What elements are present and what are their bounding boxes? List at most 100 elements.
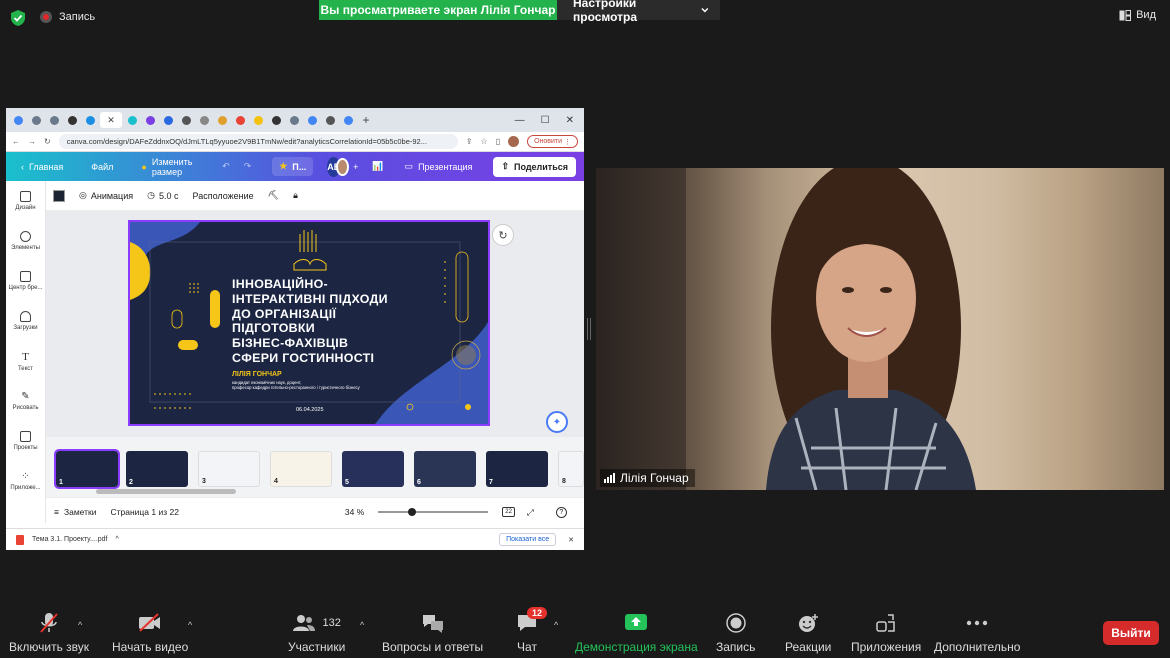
share-page-icon[interactable]: ⇪ — [466, 137, 473, 146]
canva-resize-button[interactable]: ● Изменить размер — [134, 157, 201, 177]
browser-tab[interactable] — [268, 112, 284, 128]
unmute-button[interactable]: Включить звук — [9, 612, 89, 654]
participants-button[interactable]: 132 Участники — [288, 612, 345, 654]
video-options-caret-icon[interactable]: ^ — [188, 620, 192, 630]
redo-icon[interactable]: ↷ — [237, 157, 259, 176]
sidebar-icon[interactable]: ▯ — [496, 137, 500, 146]
minimize-icon[interactable]: — — [515, 115, 525, 126]
rail-uploads[interactable]: Загрузки — [6, 301, 45, 341]
split-view-handle[interactable] — [587, 318, 591, 340]
browser-tab[interactable] — [322, 112, 338, 128]
lock-icon[interactable]: 🔒︎ — [293, 190, 298, 201]
browser-tab[interactable] — [214, 112, 230, 128]
security-shield-icon[interactable] — [10, 9, 26, 27]
add-collaborator-icon[interactable]: + — [353, 162, 358, 172]
record-button[interactable]: Запись — [716, 612, 755, 654]
slide-thumbnail[interactable]: 6 — [414, 451, 476, 487]
browser-tab[interactable] — [250, 112, 266, 128]
rail-text[interactable]: T Текст — [6, 341, 45, 381]
thumbnails-scrollbar[interactable] — [96, 489, 236, 494]
browser-tab[interactable] — [142, 112, 158, 128]
project-title[interactable]: ★ П... — [272, 157, 314, 176]
canva-share-button[interactable]: ⇧ Поделиться — [493, 156, 576, 177]
user-photo-avatar[interactable] — [336, 157, 350, 176]
browser-tab[interactable] — [196, 112, 212, 128]
canva-home-button[interactable]: ‹ Главная — [14, 157, 70, 176]
chat-caret-icon[interactable]: ^ — [554, 620, 558, 630]
browser-tab[interactable] — [286, 112, 302, 128]
close-downloads-icon[interactable]: ✕ — [568, 536, 574, 544]
more-button[interactable]: Дополнительно — [934, 612, 1020, 654]
browser-tab[interactable] — [340, 112, 356, 128]
slide-author[interactable]: ЛІЛІЯ ГОНЧАР — [232, 371, 282, 378]
paint-roller-icon[interactable]: ⛏ — [268, 190, 279, 201]
participants-caret-icon[interactable]: ^ — [360, 620, 364, 630]
profile-avatar[interactable] — [508, 136, 520, 147]
close-icon[interactable]: ✕ — [566, 115, 574, 126]
browser-tab-active[interactable]: ✕ — [100, 112, 122, 128]
slide-thumbnail[interactable]: 7 — [486, 451, 548, 487]
slide-thumbnail[interactable]: 2 — [126, 451, 188, 487]
slide-thumbnail[interactable]: 8 — [558, 451, 584, 487]
position-button[interactable]: Расположение — [192, 191, 253, 201]
browser-tab[interactable] — [124, 112, 140, 128]
bookmark-star-icon[interactable]: ☆ — [481, 137, 488, 146]
browser-tab[interactable] — [178, 112, 194, 128]
slide-title[interactable]: ІННОВАЦІЙНО- ІНТЕРАКТИВНІ ПІДХОДИ ДО ОРГ… — [232, 277, 432, 366]
slide-thumbnail[interactable]: 3 — [198, 451, 260, 487]
browser-tab[interactable] — [304, 112, 320, 128]
analytics-icon[interactable]: 📊 — [372, 161, 383, 172]
help-icon[interactable]: ? — [555, 506, 567, 518]
slide-date[interactable]: 06.04.2025 — [296, 407, 324, 413]
slide-author-position[interactable]: кандидат економічних наук, доцент, профе… — [232, 380, 407, 390]
browser-tab[interactable] — [160, 112, 176, 128]
chat-button[interactable]: 12 Чат — [516, 607, 548, 654]
browser-tab[interactable] — [232, 112, 248, 128]
notes-button[interactable]: ≡ Заметки — [54, 507, 96, 517]
leave-meeting-button[interactable]: Выйти — [1103, 621, 1159, 645]
slide-thumbnail[interactable]: 5 — [342, 451, 404, 487]
canva-file-menu[interactable]: Файл — [84, 157, 120, 176]
browser-tab[interactable] — [64, 112, 80, 128]
zoom-level[interactable]: 34 % — [345, 507, 364, 517]
update-browser-button[interactable]: Оновити ⋮ — [527, 135, 578, 148]
maximize-icon[interactable]: ☐ — [541, 115, 550, 126]
share-screen-button[interactable]: Демонстрация экрана — [575, 612, 698, 654]
participant-video[interactable]: Лілія Гончар — [596, 168, 1164, 490]
new-tab-button[interactable]: + — [358, 112, 374, 128]
download-item[interactable]: Тема 3.1. Проекту....pdf — [32, 536, 108, 543]
rail-projects[interactable]: Проекты — [6, 421, 45, 461]
start-video-button[interactable]: Начать видео — [112, 612, 188, 654]
reload-icon[interactable]: ↻ — [44, 137, 51, 146]
animation-button[interactable]: ◎ Анимация — [79, 190, 133, 201]
zoom-slider[interactable] — [378, 508, 489, 516]
download-menu-chevron-icon[interactable]: ^ — [116, 536, 119, 543]
page-grid-icon[interactable]: 22 — [502, 507, 515, 517]
browser-tab[interactable] — [46, 112, 62, 128]
qa-button[interactable]: Вопросы и ответы — [382, 612, 483, 654]
apps-button[interactable]: Приложения — [851, 612, 921, 654]
rail-brand-center[interactable]: Центр бре... — [6, 261, 45, 301]
present-button[interactable]: ▭ Презентация — [398, 157, 480, 176]
rail-draw[interactable]: ✎ Рисовать — [6, 381, 45, 421]
browser-tab[interactable] — [28, 112, 44, 128]
zoom-slider-handle[interactable] — [408, 508, 417, 516]
recording-indicator[interactable]: Запись — [40, 11, 95, 23]
rail-elements[interactable]: Элементы — [6, 221, 45, 261]
rail-design[interactable]: Дизайн — [6, 181, 45, 221]
audio-options-caret-icon[interactable]: ^ — [78, 620, 82, 630]
view-button[interactable]: Вид — [1119, 9, 1156, 21]
undo-icon[interactable]: ↶ — [215, 157, 237, 176]
color-swatch[interactable] — [53, 189, 65, 202]
slide-canvas[interactable]: ІННОВАЦІЙНО- ІНТЕРАКТИВНІ ПІДХОДИ ДО ОРГ… — [128, 220, 490, 426]
view-options-dropdown[interactable]: Настройки просмотра — [557, 0, 720, 24]
reactions-button[interactable]: Реакции — [785, 612, 831, 654]
duration-button[interactable]: ◷ 5.0 с — [147, 190, 178, 201]
url-field[interactable]: canva.com/design/DAFeZddnxOQ/dJmLTLq5yyu… — [58, 134, 458, 149]
fullscreen-icon[interactable]: ⤢ — [527, 507, 534, 518]
show-all-downloads-button[interactable]: Показати все — [499, 533, 557, 546]
browser-tab[interactable] — [10, 112, 26, 128]
forward-icon[interactable]: → — [28, 137, 36, 146]
rail-apps[interactable]: ⁘ Приложе... — [6, 461, 45, 501]
slide-thumbnail[interactable]: 1 — [54, 449, 120, 489]
